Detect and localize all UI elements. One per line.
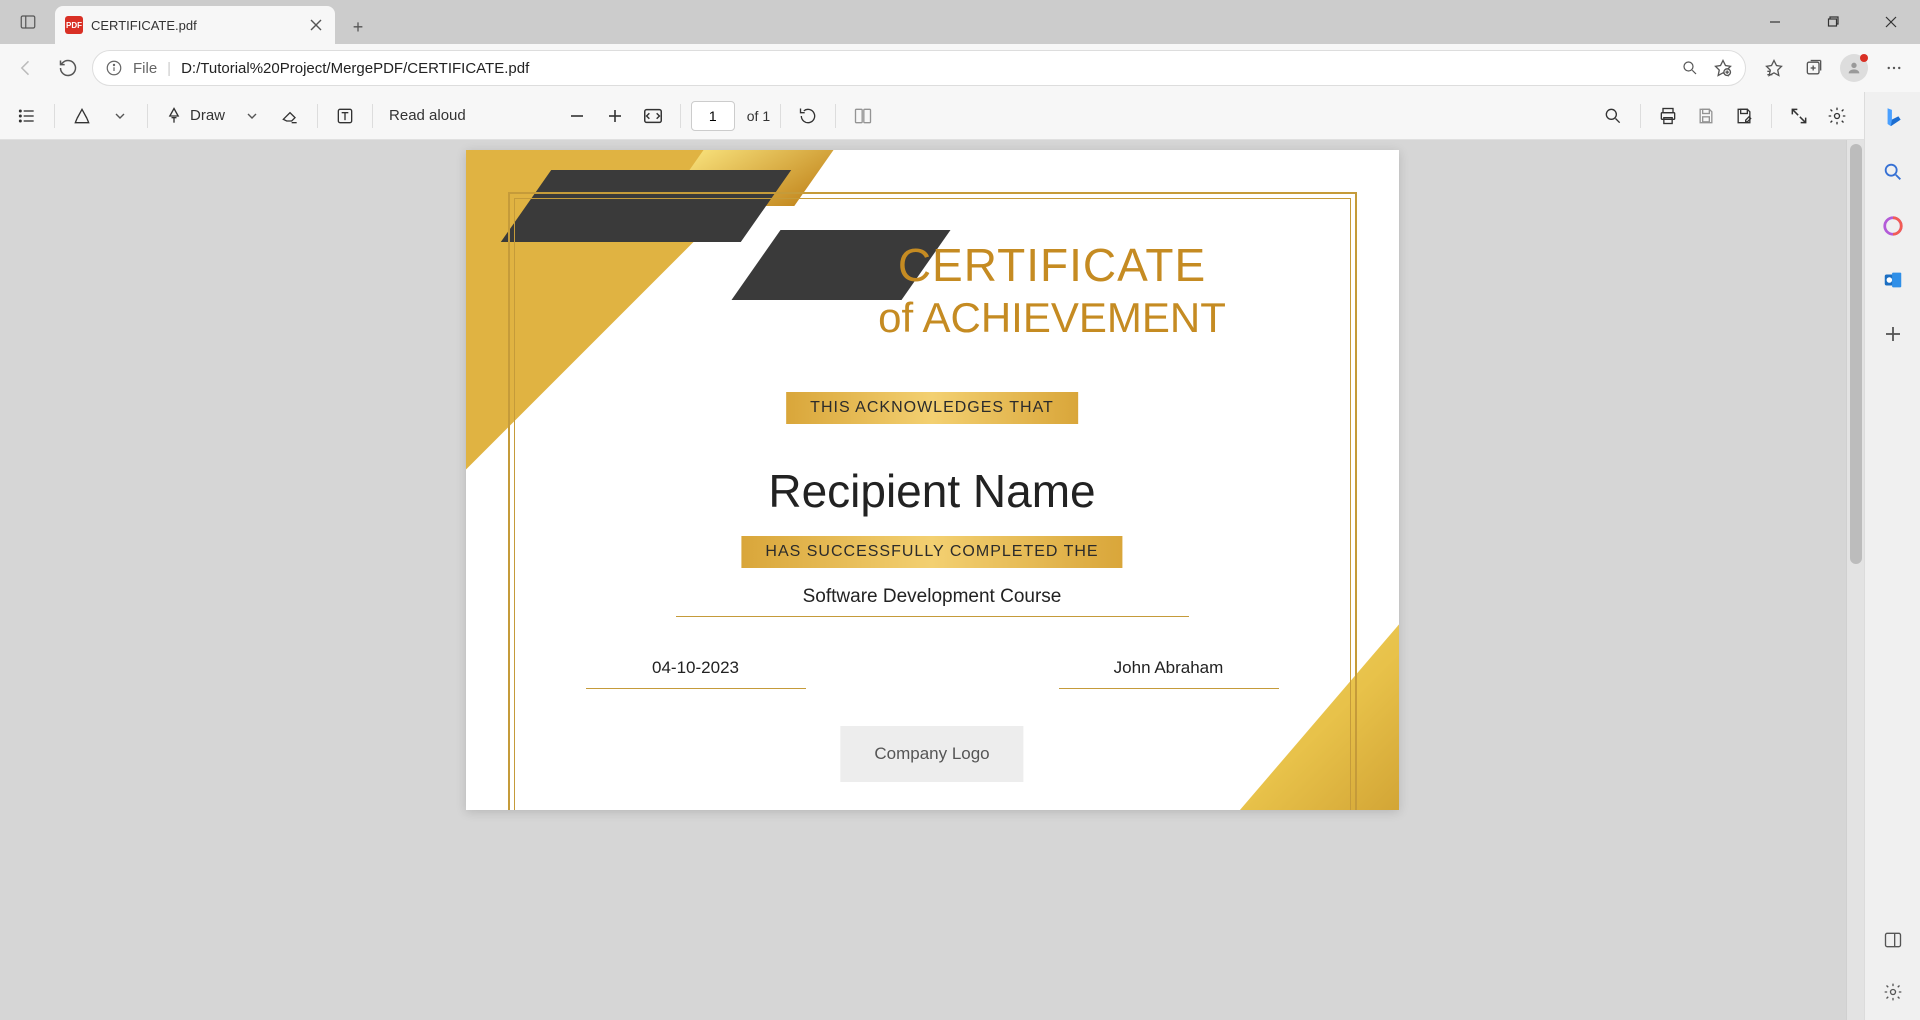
page-view-icon[interactable]	[846, 99, 880, 133]
erase-icon[interactable]	[273, 99, 307, 133]
settings-icon[interactable]	[1820, 99, 1854, 133]
draw-tool[interactable]: Draw	[158, 99, 231, 133]
separator	[54, 104, 55, 128]
find-icon[interactable]	[1596, 99, 1630, 133]
more-menu-icon[interactable]	[1876, 50, 1912, 86]
collapse-sidebar-icon[interactable]	[1875, 922, 1911, 958]
refresh-button[interactable]	[50, 50, 86, 86]
collections-icon[interactable]	[1796, 50, 1832, 86]
site-info-icon[interactable]	[105, 59, 123, 77]
signature-row: 04-10-2023 John Abraham	[586, 658, 1279, 689]
main-area: Draw Read aloud of 1	[0, 92, 1920, 1020]
page-number-input[interactable]	[691, 101, 735, 131]
outlook-icon[interactable]	[1875, 262, 1911, 298]
separator	[372, 104, 373, 128]
save-as-icon[interactable]	[1727, 99, 1761, 133]
tab-title: CERTIFICATE.pdf	[91, 18, 299, 33]
separator	[1771, 104, 1772, 128]
star-favorite-icon[interactable]	[1713, 58, 1733, 78]
tab-close-button[interactable]	[307, 16, 325, 34]
window-controls	[1746, 3, 1920, 41]
company-logo-placeholder: Company Logo	[840, 726, 1023, 782]
tab-actions-icon[interactable]	[0, 13, 55, 31]
tab-strip: PDF CERTIFICATE.pdf +	[55, 0, 375, 44]
certificate-title-line1: CERTIFICATE	[766, 238, 1339, 292]
separator	[835, 104, 836, 128]
pdf-viewport[interactable]: CERTIFICATE of ACHIEVEMENT THIS ACKNOWLE…	[0, 140, 1864, 1020]
favorites-icon[interactable]	[1756, 50, 1792, 86]
vertical-scrollbar[interactable]	[1846, 140, 1864, 1020]
zoom-out-button[interactable]	[560, 99, 594, 133]
zoom-icon[interactable]	[1681, 59, 1699, 77]
save-icon[interactable]	[1689, 99, 1723, 133]
new-tab-button[interactable]: +	[341, 10, 375, 44]
certificate-date: 04-10-2023	[586, 658, 806, 689]
highlight-dropdown-icon[interactable]	[103, 99, 137, 133]
separator	[147, 104, 148, 128]
scrollbar-thumb[interactable]	[1850, 144, 1862, 564]
back-button[interactable]	[8, 50, 44, 86]
address-bar-row: File | D:/Tutorial%20Project/MergePDF/CE…	[0, 44, 1920, 92]
content-column: Draw Read aloud of 1	[0, 92, 1864, 1020]
page-total-label: of 1	[747, 108, 770, 124]
office-icon[interactable]	[1875, 208, 1911, 244]
ack-banner: THIS ACKNOWLEDGES THAT	[786, 392, 1078, 424]
separator	[1640, 104, 1641, 128]
separator	[317, 104, 318, 128]
maximize-button[interactable]	[1804, 3, 1862, 41]
titlebar: PDF CERTIFICATE.pdf +	[0, 0, 1920, 44]
edge-sidebar	[1864, 92, 1920, 1020]
address-bar[interactable]: File | D:/Tutorial%20Project/MergePDF/CE…	[92, 50, 1746, 86]
bing-icon[interactable]	[1875, 100, 1911, 136]
fullscreen-icon[interactable]	[1782, 99, 1816, 133]
url-scheme-label: File	[133, 60, 157, 77]
addressbar-actions	[1681, 58, 1733, 78]
certificate-title: CERTIFICATE of ACHIEVEMENT	[766, 238, 1339, 342]
rotate-icon[interactable]	[791, 99, 825, 133]
add-rail-icon[interactable]	[1875, 316, 1911, 352]
tab-certificate[interactable]: PDF CERTIFICATE.pdf	[55, 6, 335, 44]
search-rail-icon[interactable]	[1875, 154, 1911, 190]
read-aloud-button[interactable]: Read aloud	[383, 99, 472, 133]
sidebar-settings-icon[interactable]	[1875, 974, 1911, 1010]
minimize-button[interactable]	[1746, 3, 1804, 41]
separator: |	[167, 60, 171, 77]
contents-icon[interactable]	[10, 99, 44, 133]
course-name: Software Development Course	[676, 586, 1189, 617]
separator	[680, 104, 681, 128]
completed-banner: HAS SUCCESSFULLY COMPLETED THE	[741, 536, 1122, 568]
separator	[780, 104, 781, 128]
recipient-name: Recipient Name	[466, 464, 1399, 518]
text-tool-icon[interactable]	[328, 99, 362, 133]
print-icon[interactable]	[1651, 99, 1685, 133]
pdf-page: CERTIFICATE of ACHIEVEMENT THIS ACKNOWLE…	[466, 150, 1399, 810]
close-window-button[interactable]	[1862, 3, 1920, 41]
draw-dropdown-icon[interactable]	[235, 99, 269, 133]
toolbar-actions	[1752, 50, 1912, 86]
certificate-signer: John Abraham	[1059, 658, 1279, 689]
draw-label: Draw	[190, 107, 225, 124]
highlight-icon[interactable]	[65, 99, 99, 133]
url-text: D:/Tutorial%20Project/MergePDF/CERTIFICA…	[181, 60, 529, 77]
zoom-in-button[interactable]	[598, 99, 632, 133]
profile-icon[interactable]	[1836, 50, 1872, 86]
pdf-toolbar: Draw Read aloud of 1	[0, 92, 1864, 140]
pdf-icon: PDF	[65, 16, 83, 34]
certificate-title-line2: of ACHIEVEMENT	[766, 294, 1339, 342]
fit-width-icon[interactable]	[636, 99, 670, 133]
